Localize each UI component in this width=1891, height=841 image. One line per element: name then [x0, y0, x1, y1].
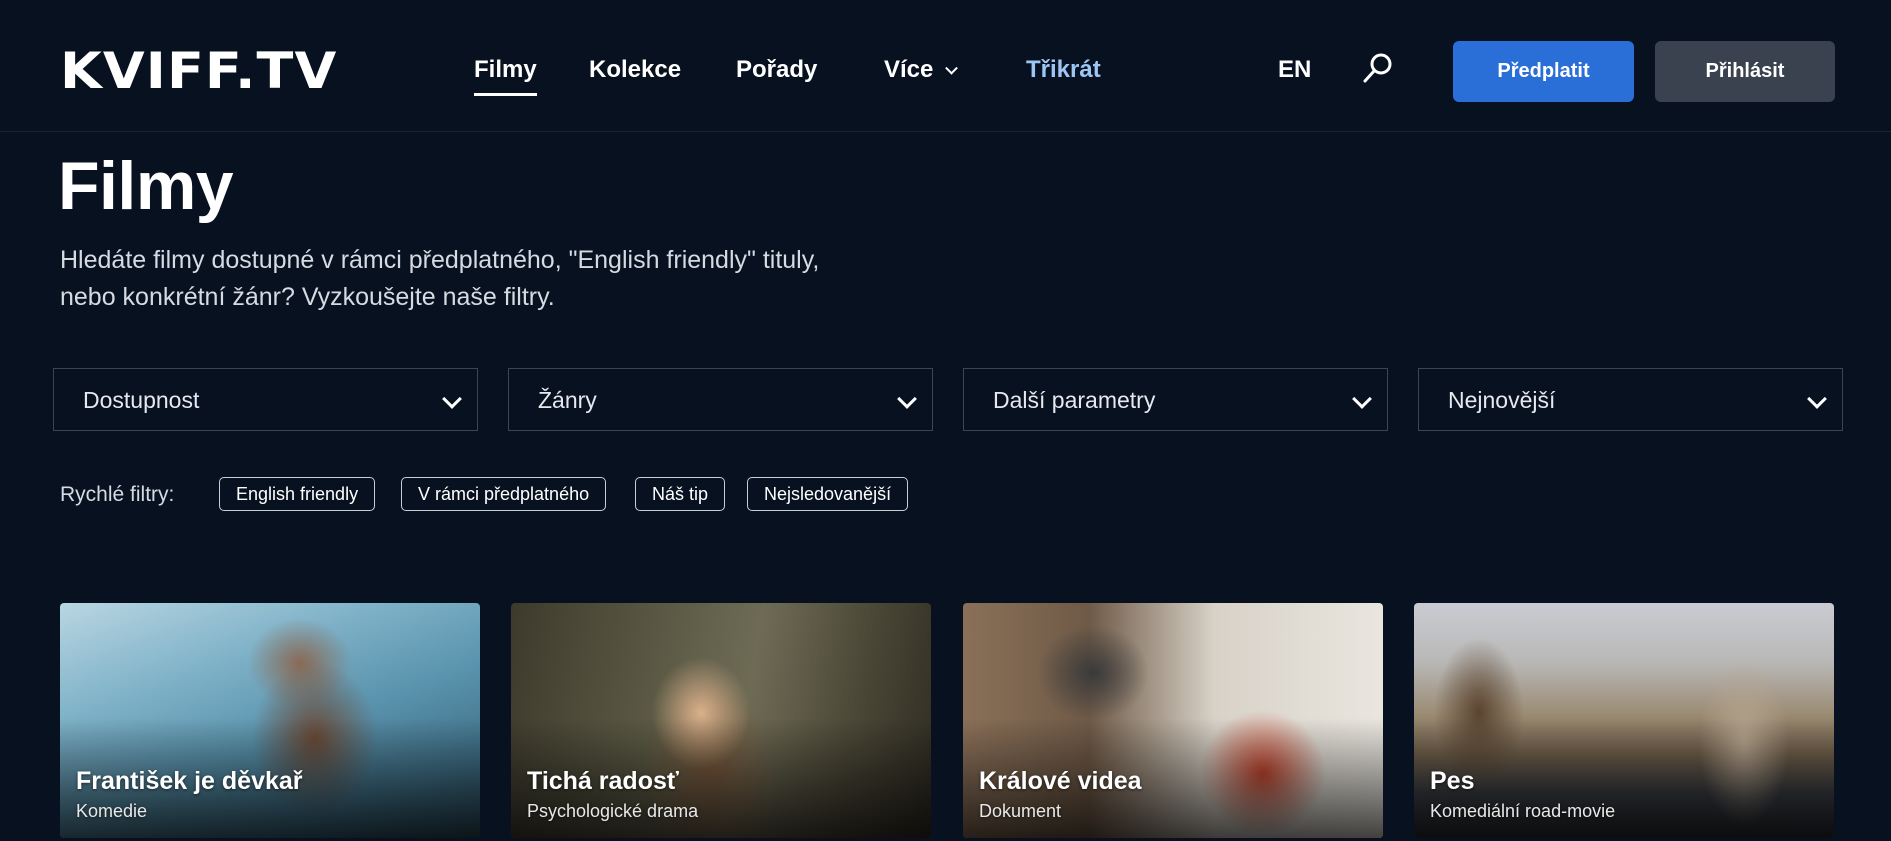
- film-title: Pes: [1430, 767, 1475, 795]
- chevron-down-icon: [1807, 389, 1827, 409]
- film-title: Tichá radosť: [527, 767, 679, 795]
- filter-label: Žánry: [538, 387, 597, 413]
- chevron-down-icon: [1352, 389, 1372, 409]
- page-intro: Hledáte filmy dostupné v rámci předplatn…: [60, 242, 960, 316]
- filter-label: Další parametry: [993, 387, 1156, 413]
- site-logo[interactable]: KVIFF.TV: [60, 44, 337, 98]
- film-title: František je děvkař: [76, 767, 303, 795]
- intro-line-1: Hledáte filmy dostupné v rámci předplatn…: [60, 246, 820, 274]
- film-card[interactable]: František je děvkař Komedie: [60, 603, 480, 838]
- chevron-down-icon: [442, 389, 462, 409]
- filter-availability[interactable]: Dostupnost: [53, 368, 478, 431]
- nav-item-vice-label: Více: [884, 56, 934, 83]
- search-icon[interactable]: [1360, 50, 1396, 86]
- film-card[interactable]: Králové videa Dokument: [963, 603, 1383, 838]
- page-title: Filmy: [58, 148, 234, 224]
- nav-item-porady[interactable]: Pořady: [736, 52, 817, 88]
- film-genre: Komediální road-movie: [1430, 801, 1616, 821]
- intro-line-2: nebo konkrétní žánr? Vyzkoušejte naše fi…: [60, 283, 555, 311]
- subscribe-button[interactable]: Předplatit: [1453, 41, 1634, 102]
- film-title: Králové videa: [979, 767, 1142, 795]
- filter-sort[interactable]: Nejnovější: [1418, 368, 1843, 431]
- chip-our-tip[interactable]: Náš tip: [635, 477, 726, 511]
- film-card[interactable]: Tichá radosť Psychologické drama: [511, 603, 931, 838]
- nav-item-filmy[interactable]: Filmy: [474, 52, 537, 96]
- nav-item-kolekce[interactable]: Kolekce: [589, 52, 681, 88]
- chevron-down-icon: [945, 61, 959, 75]
- chip-subscription[interactable]: V rámci předplatného: [401, 477, 607, 511]
- language-switch[interactable]: EN: [1278, 52, 1311, 88]
- film-genre: Komedie: [76, 801, 148, 821]
- film-genre: Dokument: [979, 801, 1062, 821]
- filter-label: Nejnovější: [1448, 387, 1556, 413]
- filter-label: Dostupnost: [83, 387, 200, 413]
- login-button[interactable]: Přihlásit: [1655, 41, 1835, 102]
- chevron-down-icon: [897, 389, 917, 409]
- filter-genres[interactable]: Žánry: [508, 368, 933, 431]
- chip-english-friendly[interactable]: English friendly: [219, 477, 376, 511]
- nav-item-vice[interactable]: Více: [884, 52, 959, 88]
- film-genre: Psychologické drama: [527, 801, 699, 821]
- quick-filters-label: Rychlé filtry:: [60, 483, 175, 506]
- chip-most-watched[interactable]: Nejsledovanější: [747, 477, 909, 511]
- nav-item-trikrat[interactable]: Třikrát: [1026, 52, 1101, 88]
- filter-parameters[interactable]: Další parametry: [963, 368, 1388, 431]
- site-header: KVIFF.TV Filmy Kolekce Pořady Více Třikr…: [0, 0, 1891, 132]
- film-card[interactable]: Pes Komediální road-movie: [1414, 603, 1834, 838]
